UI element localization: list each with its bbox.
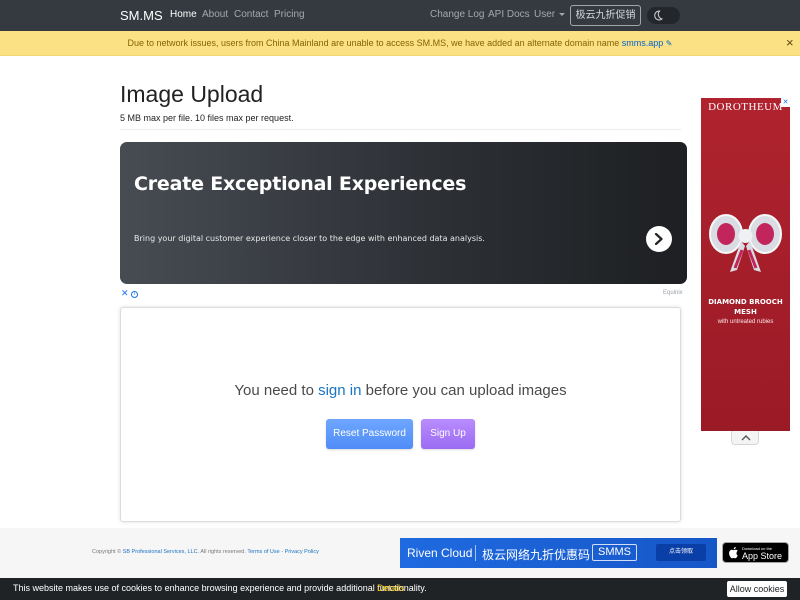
side-ad-collapse-button[interactable] bbox=[731, 431, 759, 445]
caret-down-icon bbox=[559, 12, 566, 16]
chevron-right-icon bbox=[654, 233, 663, 245]
nav-api-docs[interactable]: API Docs bbox=[488, 9, 530, 20]
rights-text: All rights reserved. bbox=[200, 549, 246, 555]
copyright: Copyright © SB Professional Services, LL… bbox=[92, 549, 319, 555]
nav-about[interactable]: About bbox=[202, 9, 228, 20]
riven-ad-divider bbox=[475, 545, 476, 561]
ad-choices[interactable]: ✕ i bbox=[121, 288, 139, 298]
cookie-message: This website makes use of cookies to enh… bbox=[13, 583, 427, 593]
pencil-icon: ✎ bbox=[665, 39, 673, 48]
sign-in-link[interactable]: sign in bbox=[318, 382, 361, 399]
signin-message: You need to sign in before you can uploa… bbox=[121, 382, 680, 399]
side-ad-tagline: with untreated rubies bbox=[717, 319, 774, 325]
apple-icon bbox=[729, 546, 738, 559]
theme-toggle[interactable] bbox=[647, 7, 680, 24]
side-ad-title: DIAMOND BROOCH MESH bbox=[708, 298, 783, 316]
riven-ad-promo: 极云网络九折优惠码 bbox=[482, 548, 591, 562]
reset-password-button[interactable]: Reset Password bbox=[326, 419, 413, 449]
nav-home[interactable]: Home bbox=[170, 9, 197, 20]
divider bbox=[120, 129, 681, 130]
ad-headline: Create Exceptional Experiences bbox=[134, 173, 467, 195]
copyright-prefix: Copyright © bbox=[92, 549, 122, 555]
side-ad[interactable]: DOROTHEUM ✕ DIAMOND BROOCH MESH with unt… bbox=[701, 98, 790, 431]
nav-user-label: User bbox=[534, 9, 556, 20]
upload-limits: 5 MB max per file. 10 files max per requ… bbox=[120, 113, 294, 123]
alert-close-button[interactable]: × bbox=[786, 36, 794, 49]
alert-text: Due to network issues, users from China … bbox=[127, 38, 620, 48]
app-store-badge[interactable]: Download on the App Store bbox=[722, 542, 789, 563]
riven-ad-code: SMMS bbox=[592, 544, 637, 561]
chevron-up-icon bbox=[741, 435, 751, 441]
allow-cookies-button[interactable]: Allow cookies bbox=[727, 581, 787, 597]
cookie-details-link[interactable]: Details bbox=[377, 583, 405, 593]
ad-sponsor: Equinix bbox=[663, 290, 683, 296]
ad-info-icon[interactable]: i bbox=[131, 291, 139, 298]
terms-link[interactable]: Terms of Use bbox=[247, 549, 279, 555]
page-title: Image Upload bbox=[120, 81, 264, 107]
alternate-domain-link[interactable]: smms.app bbox=[622, 38, 664, 48]
nav-user-dropdown[interactable]: User bbox=[534, 9, 566, 20]
riven-ad-name: Riven Cloud bbox=[407, 546, 473, 560]
riven-ad-button[interactable]: 点击领取 bbox=[656, 544, 706, 561]
promo-button[interactable]: 极云九折促销 bbox=[570, 5, 641, 26]
side-ad-brand: DOROTHEUM bbox=[708, 101, 783, 113]
brooch-image bbox=[709, 214, 782, 272]
cookie-bar: This website makes use of cookies to enh… bbox=[0, 578, 800, 600]
privacy-link[interactable]: Privacy Policy bbox=[285, 549, 319, 555]
ad-body: Bring your digital customer experience c… bbox=[134, 234, 485, 243]
sign-up-button[interactable]: Sign Up bbox=[421, 419, 475, 449]
ad-arrow-button[interactable] bbox=[646, 226, 672, 252]
ad-banner[interactable]: Create Exceptional Experiences Bring you… bbox=[120, 142, 687, 284]
company-link[interactable]: SB Professional Services, LLC. bbox=[123, 549, 199, 555]
brand-logo[interactable]: SM.MS bbox=[120, 8, 163, 23]
moon-icon bbox=[654, 10, 664, 21]
nav-change-log[interactable]: Change Log bbox=[430, 9, 485, 20]
navbar: SM.MS Home About Contact Pricing Change … bbox=[0, 0, 800, 31]
alert-message: Due to network issues, users from China … bbox=[0, 38, 800, 48]
riven-cloud-ad[interactable]: Riven Cloud 极云网络九折优惠码 SMMS 点击领取 bbox=[400, 538, 717, 568]
nav-pricing[interactable]: Pricing bbox=[274, 9, 305, 20]
nav-contact[interactable]: Contact bbox=[234, 9, 268, 20]
signin-message-before: You need to bbox=[234, 382, 314, 399]
signin-message-after: before you can upload images bbox=[365, 382, 567, 399]
ad-close-icon[interactable]: ✕ bbox=[121, 288, 129, 298]
app-store-text: App Store bbox=[742, 551, 783, 561]
footer-separator: - bbox=[281, 549, 284, 555]
upload-panel: You need to sign in before you can uploa… bbox=[120, 307, 681, 522]
network-alert: Due to network issues, users from China … bbox=[0, 31, 800, 56]
side-ad-close-icon[interactable]: ✕ bbox=[781, 98, 790, 107]
